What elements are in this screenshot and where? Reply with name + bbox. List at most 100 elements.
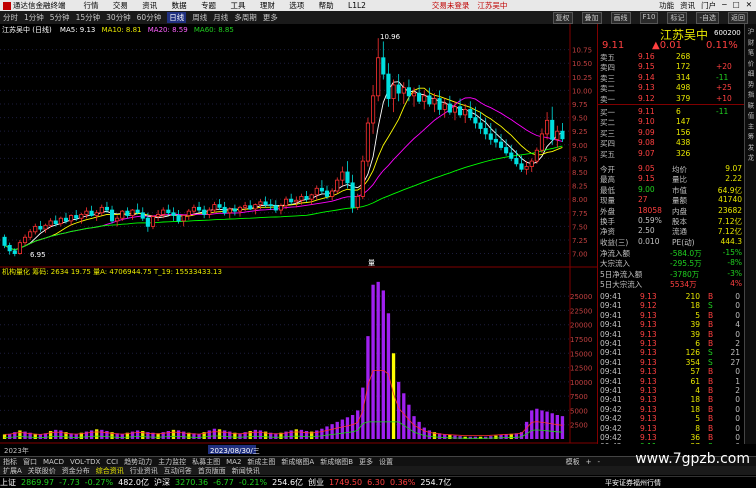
period-daily[interactable]: 日线 <box>167 12 187 23</box>
tick-count: 21 <box>730 348 740 358</box>
info-tab[interactable]: 行业资讯 <box>130 466 158 475</box>
title-bar: 通达信金融终端 行情 交易 资讯 数据 专题 工具 理财 选项 帮助 L1L2 … <box>0 0 756 11</box>
info-tab[interactable]: 扩展A <box>3 466 22 475</box>
minimize-icon[interactable]: ─ <box>722 0 727 11</box>
tick-time: 09:41 <box>600 320 622 330</box>
menu-zhuanti[interactable]: 专题 <box>201 1 216 10</box>
tick-count: 27 <box>730 357 740 367</box>
remove-watchlist-button[interactable]: -自选 <box>696 11 719 24</box>
side-tab[interactable]: 筹 <box>745 133 755 140</box>
huaxian-button[interactable]: 画线 <box>610 11 631 24</box>
book-label: 卖五 <box>600 53 615 62</box>
candle-body <box>493 138 498 143</box>
info-tab[interactable]: 综合资讯 <box>96 466 124 475</box>
period-1min[interactable]: 1分钟 <box>24 12 44 23</box>
diejia-button[interactable]: 叠加 <box>581 11 602 24</box>
menu-xuanxiang[interactable]: 选项 <box>289 1 304 10</box>
side-tab[interactable]: 笔 <box>745 49 755 56</box>
side-tab[interactable]: 联 <box>745 102 755 109</box>
template-button[interactable]: 模板 <box>566 458 580 466</box>
fuquan-button[interactable]: 复权 <box>552 11 573 24</box>
back-button[interactable]: 返回 <box>728 11 748 24</box>
candle-body <box>2 236 7 246</box>
max-price-label: 10.96 <box>380 33 401 41</box>
candle-body <box>545 119 550 135</box>
period-multi[interactable]: 多周期 <box>234 12 257 23</box>
period-60min[interactable]: 60分钟 <box>137 12 162 23</box>
indicator-tab[interactable]: MA2 <box>226 458 241 466</box>
period-30min[interactable]: 30分钟 <box>106 12 131 23</box>
info-tab[interactable]: 关联股价 <box>28 466 56 475</box>
quote-panel: 江苏吴中 600200 9.11 ▲0.01 0.11% 卖五 9.16 268 卖四… <box>597 24 748 444</box>
side-tab[interactable]: 沪 <box>745 28 755 35</box>
indicator-tab[interactable]: MACD <box>43 458 64 466</box>
period-weekly[interactable]: 周线 <box>192 12 207 23</box>
book-delta: +10 <box>716 93 732 103</box>
menhu-button[interactable]: 门户 <box>701 0 716 11</box>
tick-side: B <box>708 320 714 330</box>
close-icon[interactable]: ✕ <box>746 0 752 11</box>
trade-login-alert[interactable]: 交易未登录 <box>432 0 470 11</box>
tick-price: 9.13 <box>640 423 657 433</box>
candle-body <box>109 209 115 222</box>
candle-body <box>406 87 411 97</box>
side-tab[interactable]: 发 <box>745 144 755 151</box>
book-delta: -11 <box>716 107 729 116</box>
info-tab[interactable]: 新闻快讯 <box>232 466 260 475</box>
candle-body <box>529 160 534 167</box>
menu-bangzhu[interactable]: 帮助 <box>319 1 334 10</box>
period-5min[interactable]: 5分钟 <box>50 12 70 23</box>
template-button[interactable]: + <box>586 458 592 466</box>
book-label: 买三 <box>600 128 615 138</box>
current-stock-alert[interactable]: 江苏吴中 <box>477 0 507 11</box>
side-tab[interactable]: 值 <box>745 112 755 119</box>
side-tab[interactable]: 势 <box>745 81 755 88</box>
side-tab[interactable]: 主 <box>745 123 755 130</box>
tick-time: 09:41 <box>600 329 622 339</box>
volume-bar <box>258 430 263 439</box>
tick-volume: 27 <box>690 442 700 444</box>
menu-hangqing[interactable]: 行情 <box>84 1 99 10</box>
tick-time: 09:41 <box>600 348 622 358</box>
index-change: 6.30 <box>367 478 385 487</box>
menu-zixun[interactable]: 资讯 <box>142 1 157 10</box>
flow-value: -295.5万 <box>670 259 702 269</box>
period-fenshi[interactable]: 分时 <box>3 12 18 23</box>
f10-button[interactable]: F10 <box>639 11 659 24</box>
candle-body <box>258 201 263 206</box>
tick-price: 9.13 <box>640 357 657 367</box>
info-tab[interactable]: 互动问答 <box>164 466 192 475</box>
indicator-tab[interactable]: CCI <box>106 458 118 466</box>
template-button[interactable]: - <box>597 458 600 466</box>
gongneng-button[interactable]: 功能 <box>659 0 674 11</box>
index-label: 上证 <box>0 478 16 487</box>
menu-licai[interactable]: 理财 <box>260 1 275 10</box>
side-tab[interactable]: 龙 <box>745 154 755 161</box>
period-monthly[interactable]: 月线 <box>213 12 228 23</box>
book-volume: 379 <box>676 93 691 103</box>
book-price: 9.14 <box>638 72 655 82</box>
menu-l1l2[interactable]: L1L2 <box>348 1 366 10</box>
side-tab[interactable]: 细 <box>745 70 755 77</box>
menu-gongju[interactable]: 工具 <box>230 1 245 10</box>
book-price: 9.16 <box>638 52 655 61</box>
side-tab[interactable]: 财 <box>745 39 755 46</box>
biaoji-button[interactable]: 标记 <box>667 11 688 24</box>
volume-bar <box>120 433 124 439</box>
quote-row: 最高 9.15 量比 2.22 <box>598 174 744 184</box>
period-more[interactable]: 更多 <box>263 12 278 23</box>
y-tick-label: 8.25 <box>572 183 588 191</box>
indicator-tab[interactable]: VOL-TDX <box>70 458 100 466</box>
menu-shuju[interactable]: 数据 <box>172 1 187 10</box>
zixun-button[interactable]: 资讯 <box>680 0 695 11</box>
menu-jiaoyi[interactable]: 交易 <box>113 1 128 10</box>
info-tab[interactable]: 首页版面 <box>198 466 226 475</box>
kline-chart[interactable]: 10.75 10.50 10.25 10.00 9.75 9.50 9.25 9.00 8.75… <box>0 24 597 456</box>
book-price: 9.10 <box>638 117 655 127</box>
maximize-icon[interactable]: □ <box>733 0 740 11</box>
period-15min[interactable]: 15分钟 <box>76 12 101 23</box>
side-tab[interactable]: 指 <box>745 91 755 98</box>
side-tab[interactable]: 价 <box>745 60 755 67</box>
info-tab[interactable]: 资金分布 <box>62 466 90 475</box>
status-bar: 上证 2869.97 -7.73 -0.27% 482.0亿 沪深 3270.36 -6.77… <box>0 476 756 488</box>
